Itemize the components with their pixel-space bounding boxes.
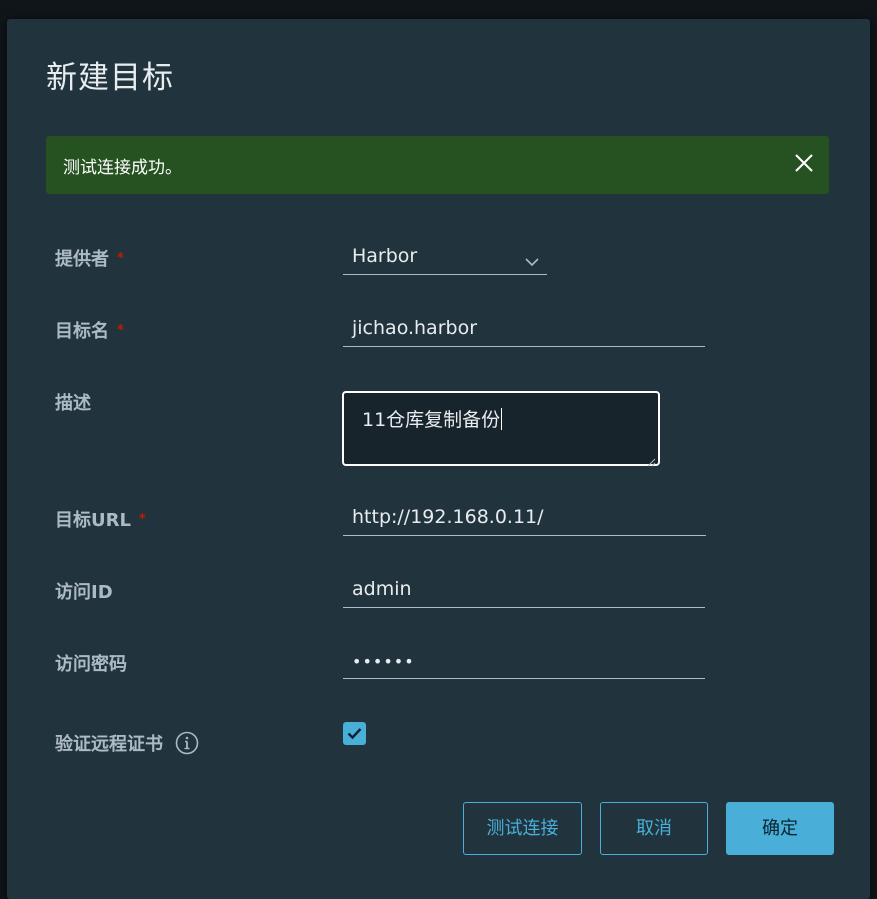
target-url-label-text: 目标URL: [55, 510, 131, 531]
resize-handle-icon[interactable]: [646, 452, 656, 467]
target-name-label: 目标名 *: [55, 317, 124, 343]
alert-message: 测试连接成功。: [63, 158, 182, 178]
test-connection-button[interactable]: 测试连接: [463, 802, 582, 855]
access-secret-label: 访问密码: [55, 654, 127, 675]
target-name-label-text: 目标名: [55, 321, 109, 342]
access-id-label: 访问ID: [55, 582, 113, 603]
new-target-dialog: 新建目标 测试连接成功。 提供者 * Harbor 目标名 * jichao.har…: [7, 19, 870, 899]
access-secret-input[interactable]: ••••••: [343, 645, 705, 679]
provider-label: 提供者 *: [55, 245, 124, 271]
target-url-input[interactable]: http://192.168.0.11/: [343, 502, 706, 536]
verify-cert-checkbox[interactable]: [343, 722, 366, 745]
verify-cert-label-text: 验证远程证书: [55, 734, 163, 755]
access-secret-value: ••••••: [352, 652, 415, 671]
success-alert: 测试连接成功。: [46, 136, 829, 194]
provider-select[interactable]: Harbor: [343, 241, 547, 275]
target-url-label: 目标URL *: [55, 506, 146, 532]
description-textarea[interactable]: 11仓库复制备份: [342, 391, 660, 467]
target-name-value: jichao.harbor: [352, 317, 478, 339]
info-icon[interactable]: [175, 731, 199, 755]
access-id-input[interactable]: admin: [343, 574, 705, 608]
verify-cert-label: 验证远程证书: [55, 726, 199, 756]
provider-label-text: 提供者: [55, 249, 109, 270]
description-value: 11仓库复制备份: [362, 405, 503, 432]
required-mark: *: [138, 512, 146, 527]
access-id-value: admin: [352, 578, 412, 600]
cancel-button[interactable]: 取消: [600, 802, 708, 855]
target-name-input[interactable]: jichao.harbor: [343, 313, 705, 347]
description-text: 11仓库复制备份: [362, 409, 501, 431]
description-label: 描述: [55, 393, 91, 414]
text-caret: [501, 408, 503, 430]
close-icon[interactable]: [793, 152, 815, 174]
dialog-title: 新建目标: [46, 60, 174, 96]
ok-button[interactable]: 确定: [726, 802, 834, 855]
target-url-value: http://192.168.0.11/: [352, 506, 544, 528]
required-mark: *: [117, 323, 124, 338]
chevron-down-icon: [525, 252, 539, 267]
provider-value: Harbor: [352, 245, 418, 267]
checkmark-icon: [347, 728, 362, 740]
required-mark: *: [117, 251, 124, 266]
